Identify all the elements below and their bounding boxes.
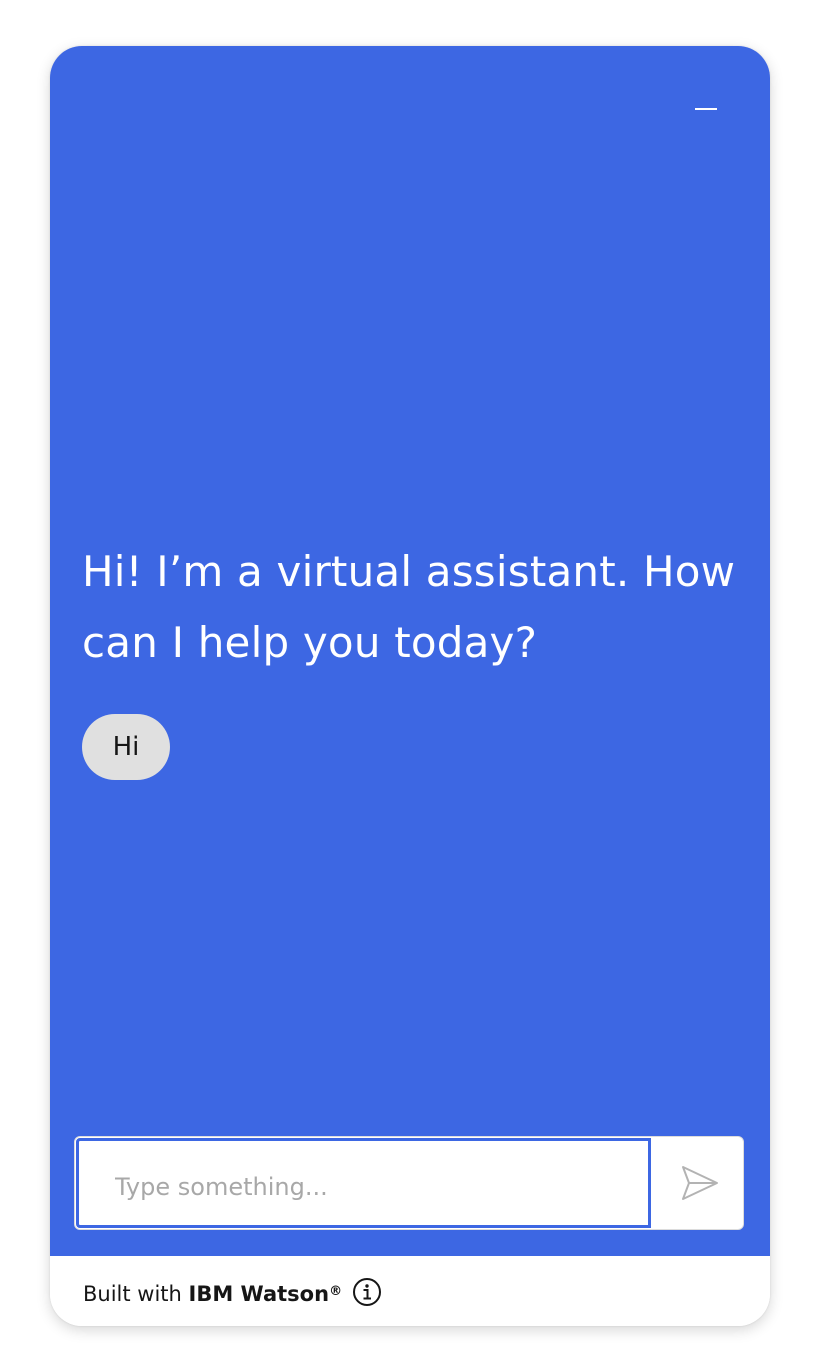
minimize-button[interactable]: [686, 94, 726, 124]
greeting-line-1: Hi! I’m a virtual assistant. How: [82, 547, 736, 596]
built-with-prefix: Built with: [83, 1282, 189, 1306]
send-button[interactable]: [653, 1138, 743, 1228]
message-composer: [74, 1136, 744, 1230]
minimize-icon: [695, 108, 717, 110]
input-focus-ring: [76, 1138, 651, 1229]
message-input[interactable]: [83, 1145, 643, 1229]
send-icon: [682, 1166, 718, 1200]
brand-name: IBM Watson: [188, 1282, 330, 1306]
greeting-line-2: can I help you today?: [82, 618, 538, 667]
info-button[interactable]: [352, 1277, 382, 1307]
built-with-label: Built with IBM Watson®: [83, 1278, 342, 1308]
assistant-greeting: Hi! I’m a virtual assistant. How can I he…: [82, 536, 752, 678]
chat-widget: Hi! I’m a virtual assistant. How can I he…: [50, 46, 770, 1326]
quick-reply-hi-button[interactable]: Hi: [82, 714, 170, 780]
info-icon: [353, 1278, 381, 1306]
footer: Built with IBM Watson®: [50, 1256, 770, 1326]
chat-panel: Hi! I’m a virtual assistant. How can I he…: [50, 46, 770, 1256]
registered-mark: ®: [329, 1284, 343, 1299]
